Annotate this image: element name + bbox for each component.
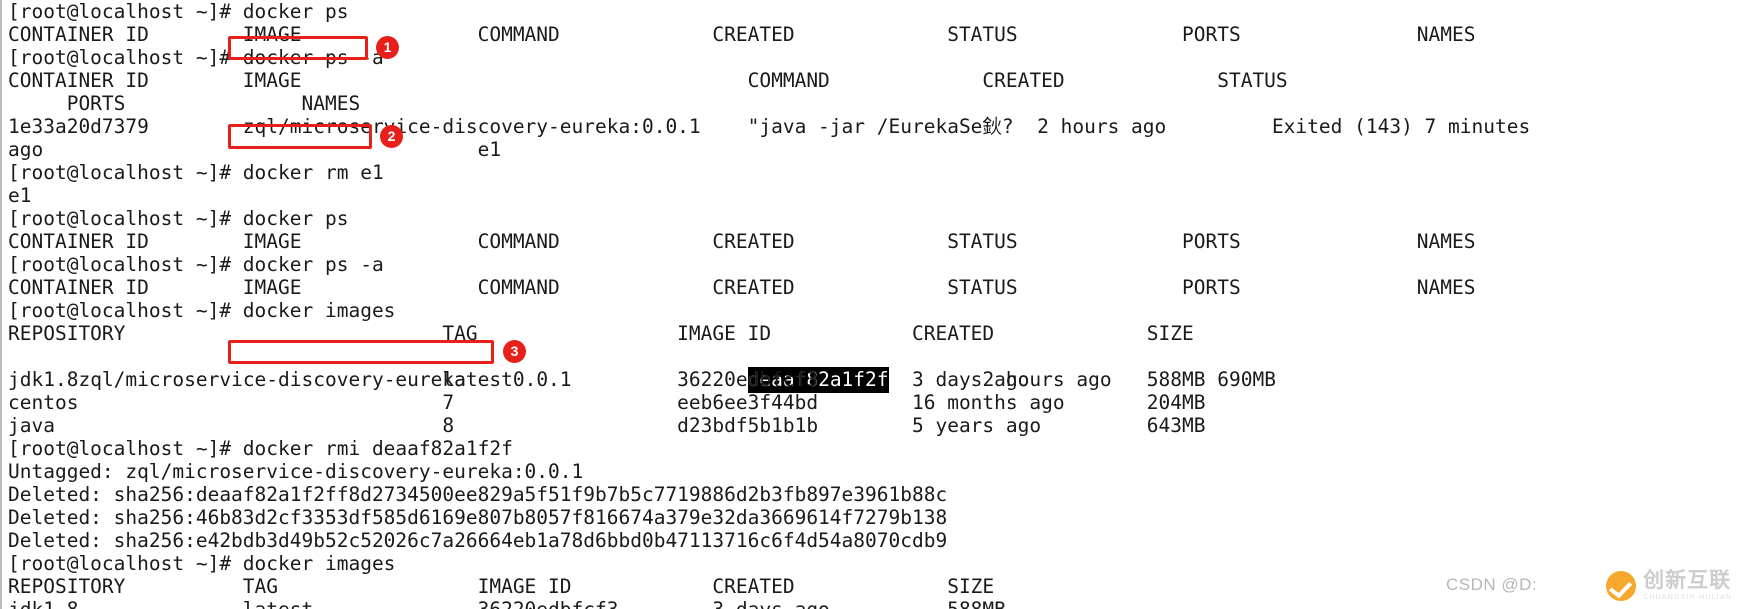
terminal-line: [root@localhost ~]# docker ps -a: [8, 46, 384, 69]
terminal-line: CONTAINER ID IMAGE COMMAND CREATED STATU…: [8, 69, 1288, 92]
annotation-badge-3: 3: [503, 340, 526, 363]
terminal-line: java 8 d23bdf5b1b1b 5 years ago 643MB: [8, 414, 1206, 437]
terminal-line: CONTAINER ID IMAGE COMMAND CREATED STATU…: [8, 23, 1476, 46]
terminal-line: [root@localhost ~]# docker images: [8, 299, 396, 322]
terminal-line: jdk1.8 latest 36220edbfcf3 3 days ago 58…: [8, 368, 1206, 391]
terminal-line: Deleted: sha256:46b83d2cf3353df585d6169e…: [8, 506, 948, 529]
terminal-window: [root@localhost ~]# docker ps CONTAINER …: [0, 0, 1746, 609]
terminal-line: [root@localhost ~]# docker images: [8, 552, 396, 575]
brand-wordmark: 创新互联 CHUANGXIN HULIAN: [1643, 568, 1732, 602]
terminal-line: ago e1: [8, 138, 502, 161]
terminal-line: 1e33a20d7379 zql/microservice-discovery-…: [8, 115, 1531, 138]
brand-name-cn: 创新互联: [1643, 568, 1732, 592]
terminal-line: PORTS NAMES: [8, 92, 361, 115]
terminal-line: [root@localhost ~]# docker ps: [8, 0, 349, 23]
terminal-line-selected-image-id: zql/microservice-discovery-eureka 0.0.1 …: [8, 345, 1746, 393]
terminal-line: [root@localhost ~]# docker rmi deaaf82a1…: [8, 437, 513, 460]
annotation-badge-2: 2: [380, 125, 403, 148]
csdn-watermark: CSDN @D:: [1446, 575, 1538, 594]
terminal-line: [root@localhost ~]# docker ps -a: [8, 253, 384, 276]
terminal-output-area[interactable]: [root@localhost ~]# docker ps CONTAINER …: [8, 0, 1746, 609]
terminal-line: centos 7 eeb6ee3f44bd 16 months ago 204M…: [8, 391, 1206, 414]
terminal-line: REPOSITORY TAG IMAGE ID CREATED SIZE: [8, 322, 1194, 345]
terminal-line: e1: [8, 184, 32, 207]
terminal-line: CONTAINER ID IMAGE COMMAND CREATED STATU…: [8, 276, 1476, 299]
terminal-line: jdk1.8 latest 36220edbfcf3 3 days ago 58…: [8, 598, 1746, 609]
terminal-left-edge-rule: [0, 0, 2, 609]
terminal-line: [root@localhost ~]# docker ps: [8, 207, 349, 230]
brand-name-en: CHUANGXIN HULIAN: [1643, 594, 1732, 601]
terminal-line: Deleted: sha256:deaaf82a1f2ff8d2734500ee…: [8, 483, 948, 506]
terminal-line: [root@localhost ~]# docker rm e1: [8, 161, 384, 184]
terminal-line: Deleted: sha256:e42bdb3d49b52c52026c7a26…: [8, 529, 948, 552]
checkmark-icon: [1606, 570, 1637, 601]
brand-watermark: 创新互联 CHUANGXIN HULIAN: [1606, 570, 1732, 601]
annotation-badge-1: 1: [376, 36, 399, 59]
terminal-line: CONTAINER ID IMAGE COMMAND CREATED STATU…: [8, 230, 1476, 253]
terminal-line: Untagged: zql/microservice-discovery-eur…: [8, 460, 584, 483]
